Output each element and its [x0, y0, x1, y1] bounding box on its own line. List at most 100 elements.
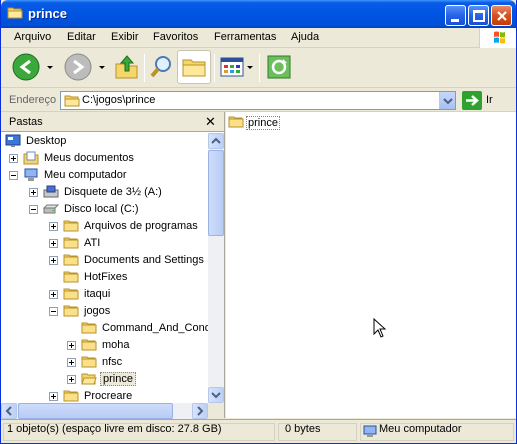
- mouse-cursor-icon: [373, 318, 387, 338]
- close-button[interactable]: [491, 5, 512, 26]
- up-folder-icon: [115, 55, 138, 79]
- chevron-right-icon: [197, 406, 204, 416]
- scroll-thumb[interactable]: [208, 150, 224, 236]
- tree-item-ati[interactable]: ATI: [1, 235, 208, 252]
- scroll-right-button[interactable]: [192, 403, 208, 419]
- menu-arquivo[interactable]: Arquivo: [14, 30, 51, 44]
- tree-item-disco-local-c[interactable]: Disco local (C:): [1, 201, 208, 218]
- tree-item-label: Procreare: [84, 390, 133, 402]
- tree-item-label: Meus documentos: [44, 152, 134, 164]
- expand-icon[interactable]: [67, 341, 76, 350]
- search-button[interactable]: [148, 52, 176, 85]
- folder-icon: [81, 355, 97, 369]
- menu-ajuda[interactable]: Ajuda: [291, 30, 319, 44]
- toolbar: [1, 48, 516, 88]
- expand-icon[interactable]: [29, 188, 38, 197]
- folder-icon: [63, 236, 79, 250]
- scroll-down-button[interactable]: [208, 387, 224, 403]
- status-location-text: Meu computador: [379, 423, 462, 435]
- sync-button[interactable]: [265, 52, 293, 85]
- minimize-icon: [451, 19, 459, 22]
- forward-arrow-icon: [64, 53, 92, 81]
- address-dropdown-button[interactable]: [439, 92, 455, 109]
- folders-icon: [182, 59, 206, 77]
- tree-item-arquivos-de-programas[interactable]: Arquivos de programas: [1, 218, 208, 235]
- tree-item-disquete-de-3-a[interactable]: Disquete de 3½ (A:): [1, 184, 208, 201]
- expand-icon[interactable]: [9, 154, 18, 163]
- scroll-up-button[interactable]: [208, 133, 224, 149]
- explorer-window: prince Arquivo Editar Exibir Favoritos F…: [0, 0, 517, 444]
- forward-button[interactable]: [63, 52, 93, 85]
- expand-icon[interactable]: [49, 239, 58, 248]
- up-button[interactable]: [113, 52, 141, 85]
- back-button[interactable]: [11, 52, 41, 85]
- expand-icon[interactable]: [67, 375, 76, 384]
- tree-item-label: ATI: [84, 237, 101, 249]
- tree-item-prince[interactable]: prince: [1, 371, 208, 388]
- expand-icon[interactable]: [67, 358, 76, 367]
- menu-editar[interactable]: Editar: [67, 30, 96, 44]
- views-button[interactable]: [218, 52, 246, 85]
- collapse-icon[interactable]: [9, 171, 18, 180]
- expand-icon[interactable]: [49, 256, 58, 265]
- tree-item-label: jogos: [84, 305, 111, 317]
- tree-item-itaqui[interactable]: itaqui: [1, 286, 208, 303]
- folder-icon: [63, 389, 79, 403]
- go-label[interactable]: Ir: [486, 94, 493, 106]
- menu-ferramentas[interactable]: Ferramentas: [214, 30, 276, 44]
- menu-exibir[interactable]: Exibir: [111, 30, 139, 44]
- chevron-left-icon: [5, 406, 12, 416]
- menu-bar: Arquivo Editar Exibir Favoritos Ferramen…: [1, 28, 516, 48]
- collapse-icon[interactable]: [49, 307, 58, 316]
- file-list[interactable]: prince: [226, 112, 516, 418]
- horizontal-scroll-thumb[interactable]: [18, 403, 173, 419]
- folder-icon: [81, 321, 97, 335]
- desktop-icon: [5, 134, 21, 148]
- list-item-label: prince: [246, 116, 280, 130]
- folder-open-icon: [64, 95, 80, 107]
- expand-icon[interactable]: [49, 392, 58, 401]
- chevron-down-icon: [211, 392, 221, 399]
- tree-item-meu-computador[interactable]: Meu computador: [1, 167, 208, 184]
- menu-favoritos[interactable]: Favoritos: [153, 30, 198, 44]
- folder-tree-vertical-scrollbar[interactable]: [208, 133, 224, 403]
- status-objects-text: 1 objeto(s) (espaço livre em disco: 27.8…: [7, 423, 222, 435]
- window-title: prince: [28, 6, 68, 21]
- scrollbar-corner: [208, 403, 224, 419]
- forward-dropdown-arrow[interactable]: [99, 66, 105, 69]
- folders-button[interactable]: [177, 50, 211, 84]
- tree-item-desktop[interactable]: Desktop: [1, 133, 208, 150]
- minimize-button[interactable]: [445, 5, 466, 26]
- maximize-button[interactable]: [468, 5, 489, 26]
- folder-open-icon: [81, 372, 97, 386]
- collapse-icon[interactable]: [29, 205, 38, 214]
- scroll-left-button[interactable]: [1, 403, 17, 419]
- address-input[interactable]: C:\jogos\prince: [60, 91, 456, 110]
- folders-pane-close-icon[interactable]: ✕: [205, 114, 216, 130]
- tree-item-documents-and-settings[interactable]: Documents and Settings: [1, 252, 208, 269]
- close-icon: [497, 11, 507, 21]
- expand-icon[interactable]: [49, 222, 58, 231]
- tree-item-jogos[interactable]: jogos: [1, 303, 208, 320]
- tree-item-label: prince: [100, 372, 136, 386]
- back-dropdown-arrow[interactable]: [47, 66, 53, 69]
- expand-icon[interactable]: [49, 290, 58, 299]
- title-bar[interactable]: prince: [1, 0, 516, 28]
- views-dropdown-arrow[interactable]: [247, 66, 253, 69]
- tree-item-command-and-conq[interactable]: Command_And_Conq: [1, 320, 208, 337]
- toolbar-separator: [144, 54, 145, 82]
- tree-item-label: Arquivos de programas: [84, 220, 198, 232]
- search-icon: [150, 56, 171, 78]
- tree-item-procreare[interactable]: Procreare: [1, 388, 208, 403]
- go-button[interactable]: [462, 91, 482, 110]
- tree-item-label: HotFixes: [84, 271, 128, 283]
- tree-item-label: Disco local (C:): [64, 203, 139, 215]
- tree-item-meus-documentos[interactable]: Meus documentos: [1, 150, 208, 167]
- tree-item-label: nfsc: [102, 356, 123, 368]
- floppy-drive-icon: [43, 185, 59, 199]
- tree-item-nfsc[interactable]: nfsc: [1, 354, 208, 371]
- address-bar: Endereço C:\jogos\prince Ir: [1, 89, 516, 112]
- tree-item-hotfixes[interactable]: HotFixes: [1, 269, 208, 286]
- folder-tree-horizontal-scrollbar[interactable]: [1, 403, 208, 419]
- tree-item-moha[interactable]: moha: [1, 337, 208, 354]
